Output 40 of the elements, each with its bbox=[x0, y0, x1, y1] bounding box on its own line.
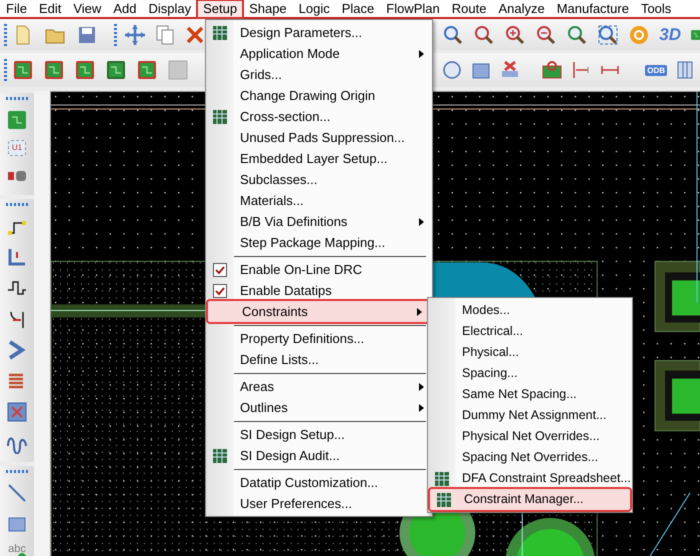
3d-view-button[interactable]: 3D bbox=[659, 26, 681, 43]
menu-bar-item[interactable]: Logic bbox=[294, 0, 335, 16]
menu-item[interactable]: DFA Constraint Spreadsheet... bbox=[428, 468, 632, 489]
menu-item[interactable]: Electrical... bbox=[428, 321, 632, 342]
menu-item[interactable]: Cross-section... bbox=[206, 106, 432, 127]
odb-export-button[interactable]: ODB bbox=[645, 64, 667, 76]
menu-bar-item[interactable]: File bbox=[1, 0, 32, 16]
menu-bar-item[interactable]: Setup bbox=[198, 0, 242, 16]
menu-item[interactable]: Enable Datatips bbox=[206, 280, 432, 301]
menu-item[interactable]: Materials... bbox=[206, 190, 432, 211]
menu-item[interactable]: Change Drawing Origin bbox=[206, 85, 432, 106]
menu-item[interactable]: B/B Via Definitions bbox=[206, 211, 432, 232]
menu-bar-item[interactable]: Shape bbox=[244, 0, 292, 16]
menu-item[interactable]: Application Mode bbox=[206, 43, 432, 64]
menu-item[interactable]: Enable On-Line DRC bbox=[206, 253, 432, 280]
menu-item[interactable]: Design Parameters... bbox=[206, 22, 432, 43]
menu-bar-item[interactable]: Tools bbox=[636, 0, 676, 16]
menu-bar-item[interactable]: Place bbox=[336, 0, 380, 16]
menu-item[interactable]: Dummy Net Assignment... bbox=[428, 405, 632, 426]
menu-item[interactable]: Spacing Net Overrides... bbox=[428, 447, 632, 468]
menu-bar-item[interactable]: Display bbox=[143, 0, 196, 16]
menu-bar-item[interactable]: Analyze bbox=[493, 0, 550, 16]
menu-item[interactable]: Spacing... bbox=[428, 363, 632, 384]
menu-bar-item[interactable]: Add bbox=[108, 0, 142, 16]
add-text-button[interactable]: abc bbox=[8, 544, 26, 556]
menu-item[interactable]: Physical Net Overrides... bbox=[428, 426, 632, 447]
menu-bar-item[interactable]: Edit bbox=[34, 0, 66, 16]
menu-item[interactable]: Embedded Layer Setup... bbox=[206, 148, 432, 169]
menu-bar-item[interactable]: View bbox=[68, 0, 106, 16]
menu-item[interactable]: Constraint Manager... bbox=[428, 489, 632, 510]
menu-item[interactable]: Unused Pads Suppression... bbox=[206, 127, 432, 148]
menu-item[interactable]: Physical... bbox=[428, 342, 632, 363]
menu-item[interactable]: Step Package Mapping... bbox=[206, 232, 432, 253]
menu-item[interactable]: Subclasses... bbox=[206, 169, 432, 190]
menu-bar-item[interactable]: FlowPlan bbox=[381, 0, 445, 16]
component-button[interactable]: U1 bbox=[8, 140, 26, 156]
menu-bar-item[interactable]: Manufacture bbox=[552, 0, 634, 16]
menu-item[interactable]: Grids... bbox=[206, 64, 432, 85]
menu-bar-item[interactable]: Route bbox=[446, 0, 492, 16]
menu-item[interactable]: Same Net Spacing... bbox=[428, 384, 632, 405]
